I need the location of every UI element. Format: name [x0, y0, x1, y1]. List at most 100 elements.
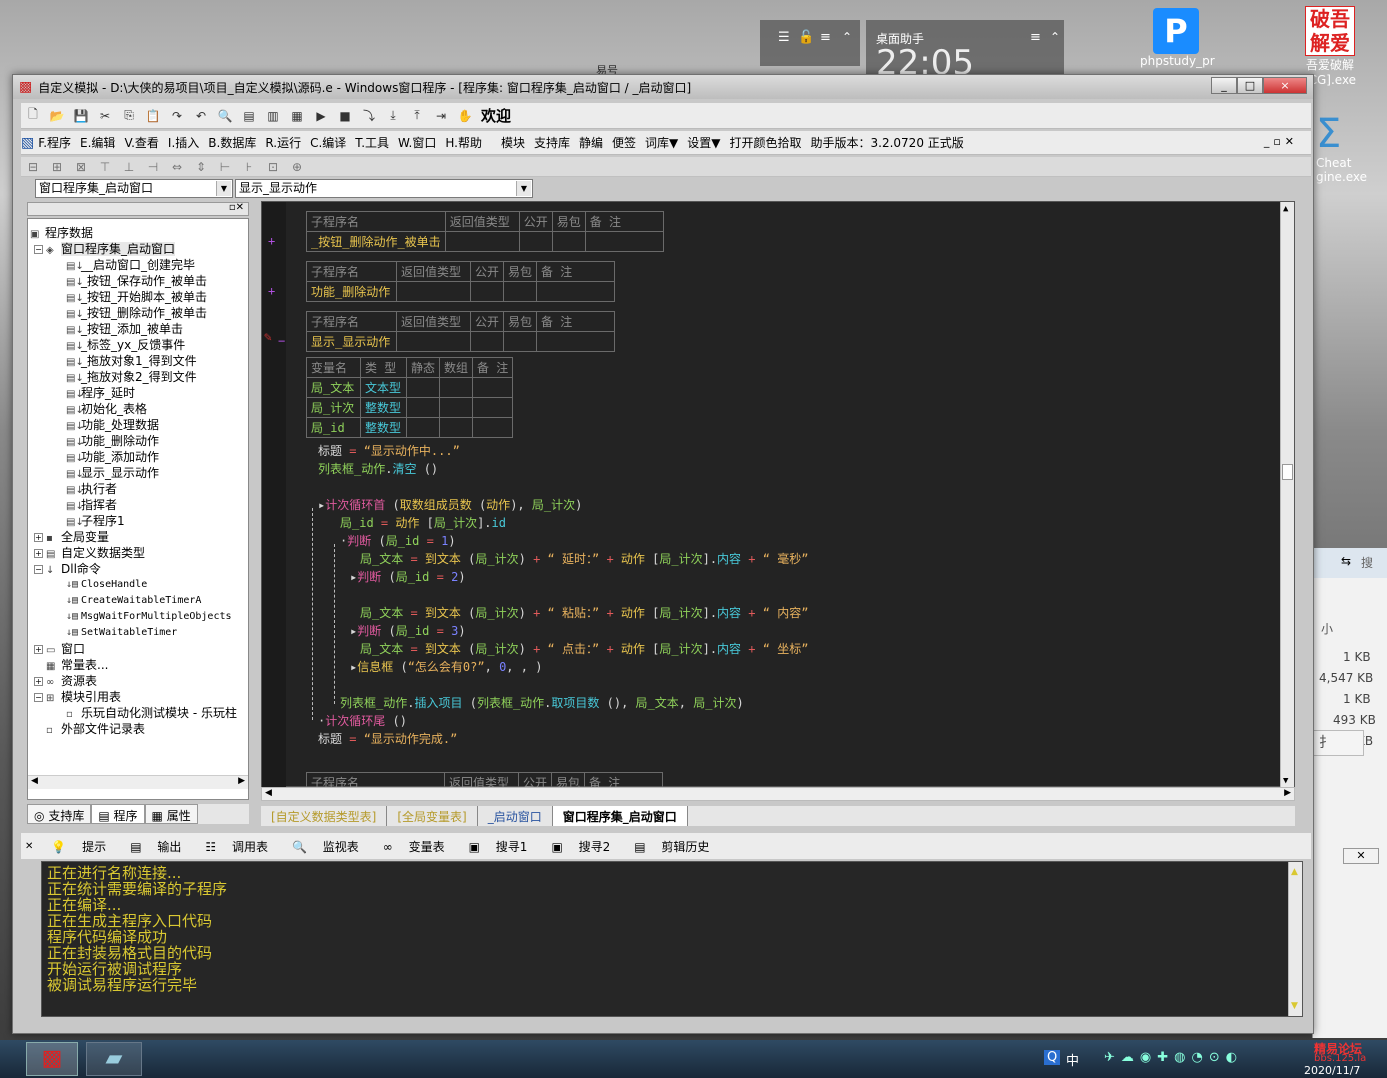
expand-marker[interactable]: +: [268, 284, 275, 298]
pane-close-icon[interactable]: ▫✕: [229, 202, 244, 213]
center-h-icon[interactable]: ⊡: [263, 157, 283, 177]
tree-subroutine[interactable]: ▤↓功能_添加动作: [66, 449, 159, 465]
layout-3-icon[interactable]: ▦: [287, 106, 307, 126]
center-v-icon[interactable]: ⊕: [287, 157, 307, 177]
sub-name[interactable]: 功能_删除动作: [306, 281, 397, 302]
tree-subroutine[interactable]: ▤↓__启动窗口_创建完毕: [66, 257, 195, 273]
minimize-button[interactable]: _: [1211, 77, 1237, 94]
tree-subroutine[interactable]: ▤↓指挥者: [66, 497, 117, 513]
step-icon[interactable]: ⤵: [359, 106, 379, 126]
explorer-close-button[interactable]: ✕: [1343, 848, 1379, 864]
code-line[interactable]: ▸信息框 (“怎么会有0?”, 0, , ): [350, 658, 542, 676]
desktop-icon-cheatengine[interactable]: Σ Cheat gine.exe: [1316, 112, 1382, 184]
tree-subroutine[interactable]: ▤↓_拖放对象1_得到文件: [66, 353, 197, 369]
chevron-down-icon[interactable]: ▼: [516, 181, 531, 196]
taskbar-elang-icon[interactable]: ▩: [26, 1042, 78, 1076]
explorer-search[interactable]: 搜: [1361, 554, 1373, 571]
tab-window-assembly[interactable]: 窗口程序集_启动窗口: [552, 806, 688, 826]
tree-dll-item[interactable]: ↓▤ CreateWaitableTimerA: [66, 593, 201, 609]
tile-collapse-icon[interactable]: ⌃: [1050, 30, 1060, 44]
align-bottom-icon[interactable]: ⊣: [143, 157, 163, 177]
var-type[interactable]: 文本型: [360, 377, 407, 398]
menu-run[interactable]: R.运行: [265, 134, 301, 151]
close-button[interactable]: ×: [1263, 77, 1307, 94]
menu-tools[interactable]: T.工具: [355, 134, 389, 151]
tree-subroutine[interactable]: ▤↓显示_显示动作: [66, 465, 159, 481]
align-middle-icon[interactable]: ⊥: [119, 157, 139, 177]
menu-edit[interactable]: E.编辑: [80, 134, 115, 151]
menu-static-compile[interactable]: 静编: [579, 134, 603, 151]
taskbar-ime[interactable]: 中: [1066, 1050, 1079, 1069]
menu-color-picker[interactable]: 打开颜色拾取: [730, 134, 802, 151]
var-name[interactable]: 局_文本: [306, 377, 361, 398]
scroll-thumb[interactable]: [1282, 464, 1293, 480]
tab-program[interactable]: ▤ 程序: [91, 804, 145, 824]
menu-help[interactable]: H.帮助: [445, 134, 482, 151]
paste-icon[interactable]: 📋: [143, 106, 163, 126]
tree-dll-item[interactable]: ↓▤ SetWaitableTimer: [66, 625, 177, 641]
tab-search1[interactable]: ▣ 搜寻1: [465, 838, 536, 855]
open-file-icon[interactable]: 📂: [47, 106, 67, 126]
refresh-icon[interactable]: ⇆: [1341, 554, 1351, 568]
code-editor[interactable]: + + ✎ − 子程序名 返回值类型 公开 易包备 注 _按钮_删除动作_被单击 子程…: [261, 201, 1295, 793]
tab-start-window[interactable]: _启动窗口: [478, 806, 553, 826]
tree-hscroll[interactable]: ◀ ▶: [28, 775, 248, 789]
tile-list-icon[interactable]: ☰: [778, 30, 790, 45]
expand-marker[interactable]: +: [268, 234, 275, 248]
mdi-controls[interactable]: _▫✕: [1264, 135, 1298, 148]
cut-icon[interactable]: ✂: [95, 106, 115, 126]
scroll-up-icon[interactable]: ▲: [1283, 204, 1288, 214]
tree-global-vars[interactable]: + ▪ 全局变量: [34, 529, 109, 545]
stop-icon[interactable]: ■: [335, 106, 355, 126]
tree-subroutine[interactable]: ▤↓_拖放对象2_得到文件: [66, 369, 197, 385]
menu-module[interactable]: 模块: [501, 134, 525, 151]
taskbar-explorer-icon[interactable]: ▰: [86, 1042, 142, 1076]
same-width-icon[interactable]: ⇔: [167, 157, 187, 177]
code-line[interactable]: 列表框_动作.插入项目 (列表框_动作.取项目数 (), 局_文本, 局_计次): [340, 694, 744, 712]
menu-view[interactable]: V.查看: [124, 134, 158, 151]
vspace-icon[interactable]: ⊦: [239, 157, 259, 177]
hspace-icon[interactable]: ⊢: [215, 157, 235, 177]
scroll-left-icon[interactable]: ◀: [265, 788, 272, 798]
tab-variables[interactable]: ∞ 变量表: [379, 838, 453, 855]
tab-properties[interactable]: ▦ 属性: [144, 804, 198, 824]
code-line[interactable]: 局_id = 动作 [局_计次].id: [340, 514, 506, 532]
scroll-right-icon[interactable]: ▶: [238, 776, 245, 786]
output-vscroll[interactable]: ▲ ▼: [1288, 862, 1302, 1016]
tree-subroutine[interactable]: ▤↓程序_延时: [66, 385, 135, 401]
scroll-up-icon[interactable]: ▲: [1291, 864, 1298, 880]
code-line[interactable]: 局_文本 = 到文本 (局_计次) + “ 粘贴：” + 动作 [局_计次].内…: [360, 604, 808, 622]
hand-icon[interactable]: ✋: [455, 106, 475, 126]
code-line[interactable]: 局_文本 = 到文本 (局_计次) + “ 延时：” + 动作 [局_计次].内…: [360, 550, 808, 568]
output-console[interactable]: 正在进行名称连接... 正在统计需要编译的子程序 正在编译... 正在生成主程序…: [41, 861, 1303, 1017]
tab-watch[interactable]: 🔍 监视表: [288, 838, 367, 855]
tree-dll-item[interactable]: ↓▤ CloseHandle: [66, 577, 147, 593]
var-name[interactable]: 局_id: [306, 417, 361, 438]
scroll-down-icon[interactable]: ▼: [1283, 776, 1288, 786]
tree-assembly[interactable]: − ◈ 窗口程序集_启动窗口: [34, 241, 176, 257]
desktop-icon-phpstudy[interactable]: P phpstudy_pr: [1140, 8, 1215, 68]
tab-hint[interactable]: 💡 提示: [47, 838, 114, 855]
var-type[interactable]: 整数型: [360, 417, 407, 438]
tile-menu-icon[interactable]: ≡: [1030, 30, 1041, 45]
taskbar-search-icon[interactable]: Q: [1044, 1050, 1061, 1065]
pane-close-icon[interactable]: ✕: [25, 841, 33, 852]
tab-support-lib[interactable]: ◎ 支持库: [27, 804, 92, 824]
chevron-down-icon[interactable]: ▼: [216, 181, 231, 196]
find-icon[interactable]: 🔍: [215, 106, 235, 126]
code-line[interactable]: ▸判断 (局_id = 2): [350, 568, 466, 586]
menu-program[interactable]: F.程序: [38, 134, 71, 151]
menu-support-lib[interactable]: 支持库: [534, 134, 570, 151]
run-icon[interactable]: ▶: [311, 106, 331, 126]
code-line[interactable]: 列表框_动作.清空 (): [318, 460, 438, 478]
code-line[interactable]: 标题 = “显示动作中...”: [318, 442, 460, 460]
tree-custom-types[interactable]: + ▤ 自定义数据类型: [34, 545, 145, 561]
subroutine-select[interactable]: 显示_显示动作 ▼: [235, 179, 533, 198]
new-file-icon[interactable]: 🗋: [23, 106, 43, 126]
step-out-icon[interactable]: ⤒: [407, 106, 427, 126]
tab-custom-types[interactable]: [自定义数据类型表]: [261, 806, 388, 826]
layout-2-icon[interactable]: ▥: [263, 106, 283, 126]
var-type[interactable]: 整数型: [360, 397, 407, 418]
same-height-icon[interactable]: ⇕: [191, 157, 211, 177]
tab-search2[interactable]: ▣ 搜寻2: [547, 838, 618, 855]
